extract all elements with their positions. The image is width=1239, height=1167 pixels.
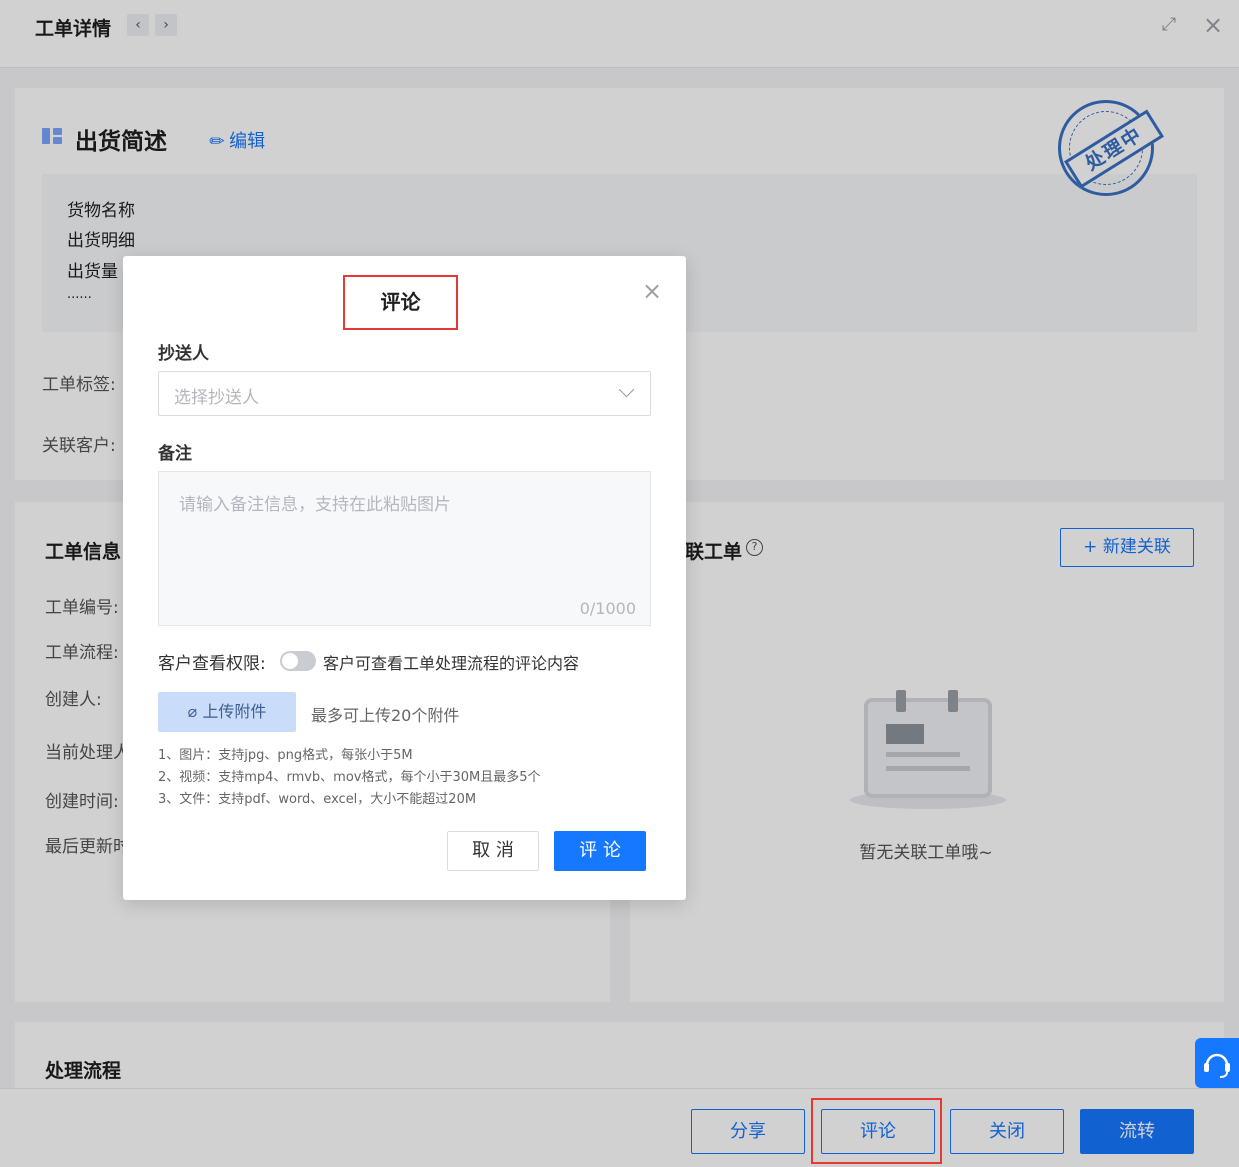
cc-select[interactable]: 选择抄送人	[158, 371, 651, 416]
title-highlight-frame	[343, 275, 458, 330]
headset-icon	[1204, 1053, 1230, 1078]
note-counter: 0/1000	[579, 599, 636, 618]
chevron-down-icon	[618, 381, 635, 398]
upload-label: 上传附件	[202, 702, 267, 721]
upload-rule: 1、图片：支持jpg、png格式，每张小于5M	[158, 748, 413, 763]
paperclip-icon: ⌀	[187, 702, 203, 721]
note-label: 备注	[158, 444, 192, 464]
cc-placeholder: 选择抄送人	[174, 388, 259, 408]
upload-rule: 2、视频：支持mp4、rmvb、mov格式，每个小于30M且最多5个	[158, 770, 541, 785]
modal-close-icon[interactable]: ×	[640, 279, 664, 303]
note-placeholder: 请输入备注信息，支持在此粘贴图片	[179, 495, 451, 515]
cancel-button[interactable]: 取 消	[447, 831, 539, 871]
note-textarea[interactable]: 请输入备注信息，支持在此粘贴图片 0/1000	[158, 471, 651, 626]
upload-button[interactable]: ⌀ 上传附件	[158, 692, 296, 732]
customer-service-button[interactable]	[1195, 1038, 1239, 1088]
permission-label: 客户查看权限:	[158, 654, 266, 674]
permission-desc: 客户可查看工单处理流程的评论内容	[323, 654, 580, 673]
comment-highlight-frame	[811, 1098, 942, 1164]
upload-hint: 最多可上传20个附件	[311, 706, 460, 725]
permission-toggle[interactable]	[280, 651, 316, 671]
upload-rule: 3、文件：支持pdf、word、excel，大小不能超过20M	[158, 792, 477, 807]
submit-comment-button[interactable]: 评 论	[554, 831, 646, 871]
cc-label: 抄送人	[158, 344, 209, 364]
toggle-knob	[282, 653, 298, 669]
